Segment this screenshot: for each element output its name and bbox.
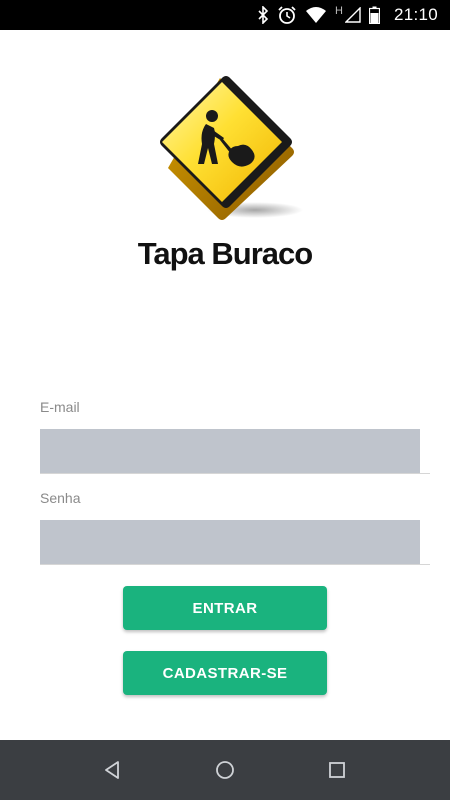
email-field[interactable] [40, 429, 420, 473]
recents-icon[interactable] [324, 757, 350, 783]
status-time: 21:10 [393, 5, 438, 24]
password-label: Senha [40, 490, 81, 506]
navigation-bar [0, 740, 450, 800]
status-icons: H 21:10 [257, 0, 438, 30]
wifi-icon [305, 6, 327, 24]
app-title: Tapa Buraco [137, 236, 313, 271]
home-icon[interactable] [212, 757, 238, 783]
status-bar: H 21:10 [0, 0, 450, 30]
login-button[interactable]: ENTRAR [123, 586, 327, 630]
password-underline [40, 564, 430, 565]
email-label: E-mail [40, 399, 80, 415]
cell-signal-icon [344, 7, 361, 23]
battery-icon [368, 6, 380, 24]
register-button[interactable]: CADASTRAR-SE [123, 651, 327, 695]
construction-sign-icon [160, 72, 305, 222]
alarm-icon [277, 5, 297, 25]
network-type-label: H [335, 5, 343, 17]
bluetooth-icon [257, 6, 269, 24]
password-field[interactable] [40, 520, 420, 564]
email-underline [40, 473, 430, 474]
back-icon[interactable] [99, 757, 125, 783]
